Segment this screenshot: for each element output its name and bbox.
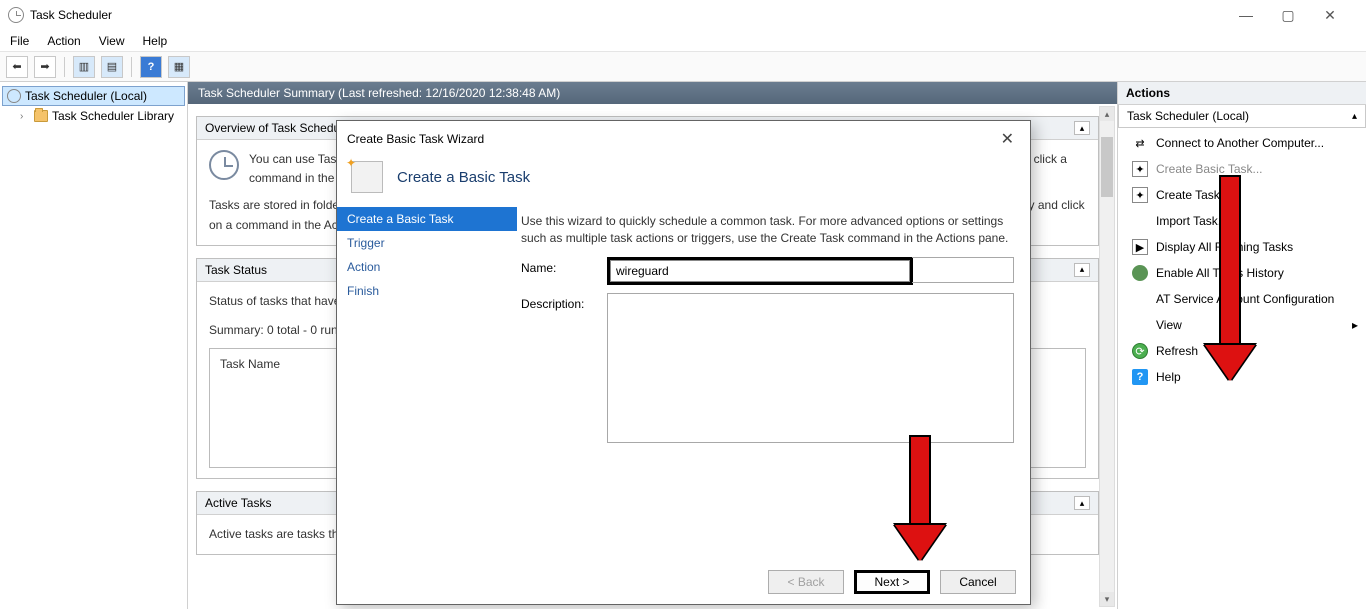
description-input[interactable] xyxy=(607,293,1014,443)
actions-title: Actions xyxy=(1118,82,1366,105)
toolbar-separator xyxy=(131,57,132,77)
action-refresh-label: Refresh xyxy=(1156,344,1198,358)
action-help-label: Help xyxy=(1156,370,1181,384)
collapse-icon[interactable]: ▴ xyxy=(1074,263,1090,277)
action-display-running[interactable]: ▶ Display All Running Tasks xyxy=(1118,234,1366,260)
menu-view[interactable]: View xyxy=(99,34,125,48)
create-task-icon: ✦ xyxy=(1132,187,1148,203)
wizard-step-action[interactable]: Action xyxy=(337,255,517,279)
menu-action[interactable]: Action xyxy=(47,34,80,48)
collapse-icon: ▴ xyxy=(1352,111,1357,122)
menu-help[interactable]: Help xyxy=(143,34,168,48)
action-display-running-label: Display All Running Tasks xyxy=(1156,240,1293,254)
wizard-nav: Create a Basic Task Trigger Action Finis… xyxy=(337,207,517,582)
wizard-intro: Use this wizard to quickly schedule a co… xyxy=(521,213,1014,247)
clock-icon xyxy=(209,150,239,180)
name-label: Name: xyxy=(521,257,607,275)
window-title: Task Scheduler xyxy=(30,8,1234,22)
action-connect-label: Connect to Another Computer... xyxy=(1156,136,1324,150)
tree-root[interactable]: Task Scheduler (Local) xyxy=(2,86,185,106)
wizard-title: Create Basic Task Wizard xyxy=(347,132,484,146)
active-tasks-title: Active Tasks xyxy=(205,496,271,510)
enable-history-icon xyxy=(1132,265,1148,281)
action-refresh[interactable]: ⟳ Refresh xyxy=(1118,338,1366,364)
action-import-label: Import Task... xyxy=(1156,214,1228,228)
back-button[interactable]: ⬅ xyxy=(6,56,28,78)
actions-pane: Actions Task Scheduler (Local) ▴ ⇄ Conne… xyxy=(1118,82,1366,609)
cancel-button[interactable]: Cancel xyxy=(940,570,1016,594)
task-status-title: Task Status xyxy=(205,263,267,277)
action-create-task-label: Create Task... xyxy=(1156,188,1230,202)
name-input[interactable] xyxy=(610,260,910,282)
action-at-service[interactable]: AT Service Account Configuration xyxy=(1118,286,1366,312)
at-service-icon xyxy=(1132,291,1148,307)
action-enable-history[interactable]: Enable All Tasks History xyxy=(1118,260,1366,286)
wizard-step-finish[interactable]: Finish xyxy=(337,279,517,303)
action-create-task[interactable]: ✦ Create Task... xyxy=(1118,182,1366,208)
next-button[interactable]: Next > xyxy=(854,570,930,594)
action-enable-history-label: Enable All Tasks History xyxy=(1156,266,1284,280)
folder-icon xyxy=(34,110,48,122)
menu-bar: File Action View Help xyxy=(0,30,1366,52)
minimize-button[interactable]: — xyxy=(1234,7,1258,24)
action-import-task[interactable]: Import Task... xyxy=(1118,208,1366,234)
action-create-basic-label: Create Basic Task... xyxy=(1156,162,1263,176)
wizard-close-button[interactable]: ✕ xyxy=(995,129,1020,149)
action-connect[interactable]: ⇄ Connect to Another Computer... xyxy=(1118,130,1366,156)
collapse-icon[interactable]: ▴ xyxy=(1074,121,1090,135)
actions-subtitle-label: Task Scheduler (Local) xyxy=(1127,109,1249,123)
window-titlebar: Task Scheduler — ▢ ✕ xyxy=(0,0,1366,30)
close-button[interactable]: ✕ xyxy=(1318,7,1342,24)
actions-subtitle[interactable]: Task Scheduler (Local) ▴ xyxy=(1118,105,1366,128)
summary-header: Task Scheduler Summary (Last refreshed: … xyxy=(188,82,1117,104)
collapse-icon[interactable]: ▴ xyxy=(1074,496,1090,510)
view-icon xyxy=(1132,317,1148,333)
show-hide-tree-button[interactable]: ▥ xyxy=(73,56,95,78)
wizard-heading: Create a Basic Task xyxy=(397,169,530,186)
toolbar: ⬅ ➡ ▥ ▤ ? ▦ xyxy=(0,52,1366,82)
toolbar-separator xyxy=(64,57,65,77)
tree-library-label: Task Scheduler Library xyxy=(52,109,174,123)
refresh-icon: ⟳ xyxy=(1132,343,1148,359)
scheduler-icon xyxy=(7,89,21,103)
tree-library[interactable]: › Task Scheduler Library xyxy=(2,106,185,126)
wizard-icon xyxy=(351,161,383,193)
tree-root-label: Task Scheduler (Local) xyxy=(25,89,147,103)
help-icon: ? xyxy=(1132,369,1148,385)
expand-icon[interactable]: › xyxy=(20,111,30,122)
create-basic-task-wizard: Create Basic Task Wizard ✕ Create a Basi… xyxy=(336,120,1031,605)
wizard-step-basic[interactable]: Create a Basic Task xyxy=(337,207,517,231)
name-highlight xyxy=(607,257,913,285)
action-view[interactable]: View ▸ xyxy=(1118,312,1366,338)
overview-title: Overview of Task Scheduler xyxy=(205,121,354,135)
forward-button[interactable]: ➡ xyxy=(34,56,56,78)
taskname-header: Task Name xyxy=(220,357,280,371)
back-button: < Back xyxy=(768,570,844,594)
action-at-service-label: AT Service Account Configuration xyxy=(1156,292,1334,306)
center-scrollbar[interactable]: ▴ ▾ xyxy=(1099,106,1115,607)
wizard-step-trigger[interactable]: Trigger xyxy=(337,231,517,255)
running-tasks-icon: ▶ xyxy=(1132,239,1148,255)
action-create-basic-task[interactable]: ✦ Create Basic Task... xyxy=(1118,156,1366,182)
window-controls: — ▢ ✕ xyxy=(1234,7,1358,24)
menu-file[interactable]: File xyxy=(10,34,29,48)
properties-button[interactable]: ▦ xyxy=(168,56,190,78)
action-view-label: View xyxy=(1156,318,1182,332)
help-button[interactable]: ? xyxy=(140,56,162,78)
create-basic-task-icon: ✦ xyxy=(1132,161,1148,177)
maximize-button[interactable]: ▢ xyxy=(1276,7,1300,24)
import-icon xyxy=(1132,213,1148,229)
tree-pane: Task Scheduler (Local) › Task Scheduler … xyxy=(0,82,188,609)
connect-icon: ⇄ xyxy=(1132,135,1148,151)
app-icon xyxy=(8,7,24,23)
description-label: Description: xyxy=(521,293,607,311)
show-hide-action-button[interactable]: ▤ xyxy=(101,56,123,78)
action-help[interactable]: ? Help xyxy=(1118,364,1366,390)
submenu-arrow-icon: ▸ xyxy=(1352,318,1358,332)
